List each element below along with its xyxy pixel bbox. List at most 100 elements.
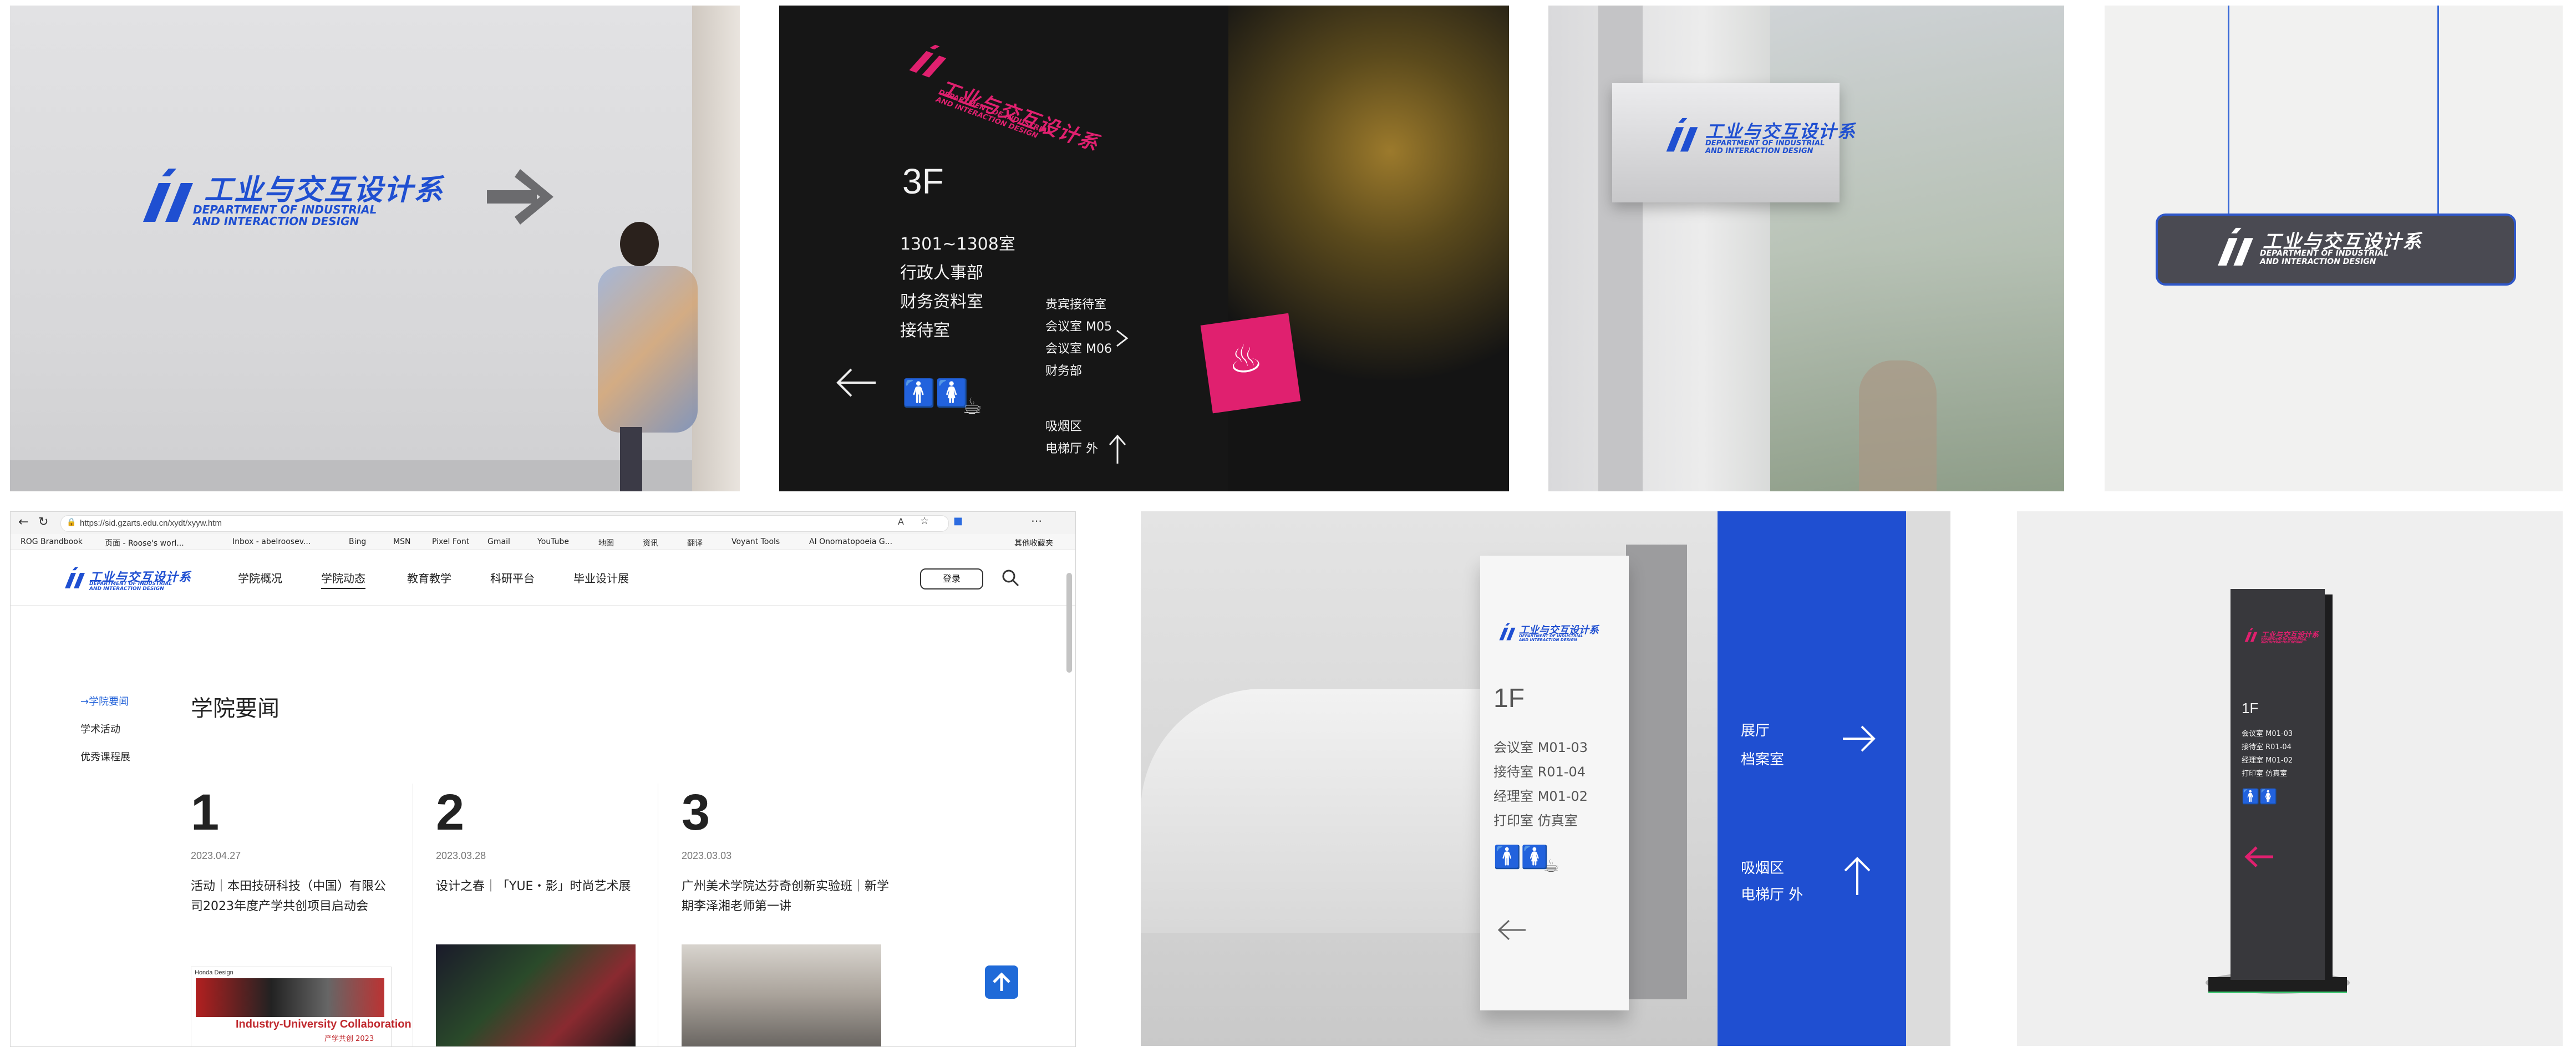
nav-item-overview[interactable]: 学院概况 bbox=[238, 570, 282, 586]
bookmark-item[interactable]: Inbox - abelroosev... bbox=[232, 537, 311, 546]
news-number: 1 bbox=[191, 784, 220, 841]
restroom-icon: 🚹🚺 bbox=[1493, 845, 1549, 870]
department-logo-mark bbox=[1666, 118, 1698, 152]
blue-board-top-list: 展厅 档案室 bbox=[1741, 716, 1784, 774]
restroom-icon: 🚹🚺 bbox=[2242, 789, 2278, 805]
floor-label: 1F bbox=[1493, 684, 1525, 713]
bookmark-item[interactable]: ROG Brandbook bbox=[21, 537, 83, 546]
room-item: 展厅 bbox=[1741, 723, 1770, 739]
logo-english-name: DEPARTMENT OF INDUSTRIAL AND INTERACTION… bbox=[1519, 634, 1583, 643]
column bbox=[1598, 6, 1643, 491]
department-logo-mark bbox=[2218, 227, 2253, 266]
bookmark-item[interactable]: Pixel Font bbox=[432, 537, 469, 546]
department-logo-mark[interactable] bbox=[60, 566, 89, 591]
room-item: 打印室 仿真室 bbox=[1493, 813, 1578, 829]
news-card[interactable]: 2 2023.03.28 设计之春｜「YUE・影」时尚艺术展 bbox=[436, 784, 647, 1046]
nav-item-education[interactable]: 教育教学 bbox=[407, 570, 451, 586]
cafe-icon: ☕ bbox=[1543, 855, 1559, 876]
room-item: 档案室 bbox=[1741, 751, 1785, 768]
lock-icon: 🔒 bbox=[67, 518, 77, 527]
news-number: 2 bbox=[436, 784, 465, 841]
totem-sign-panel: 工业与交互设计系 DEPARTMENT OF INDUSTRIAL AND IN… bbox=[1141, 511, 1950, 1046]
bookmark-item[interactable]: YouTube bbox=[537, 537, 569, 546]
smoking-area-sign: ♨ bbox=[1200, 313, 1301, 414]
browser-window: ← ↻ 🔒 https://sid.gzarts.edu.cn/xydt/xyy… bbox=[10, 511, 1076, 1047]
news-date: 2023.03.03 bbox=[682, 850, 732, 861]
sidebar-item-academic[interactable]: 学术活动 bbox=[80, 721, 120, 736]
arrow-up-icon bbox=[1109, 434, 1126, 464]
logo-english-name: DEPARTMENT OF INDUSTRIAL AND INTERACTION… bbox=[1705, 140, 1825, 155]
tree-foliage bbox=[1212, 6, 1509, 491]
room-item: 接待室 R01-04 bbox=[1493, 764, 1586, 780]
ceiling-counter bbox=[1141, 689, 1529, 933]
blue-board bbox=[1718, 511, 1906, 1046]
news-thumbnail[interactable] bbox=[436, 944, 636, 1046]
favorite-icon[interactable]: ☆ bbox=[920, 515, 929, 527]
room-item: 会议室 M06 bbox=[1045, 342, 1112, 356]
arrow-right-icon bbox=[1116, 329, 1129, 347]
bookmark-item[interactable]: 地图 bbox=[598, 537, 614, 548]
bookmark-item[interactable]: 翻译 bbox=[687, 537, 703, 548]
extension-icon[interactable]: ■ bbox=[953, 515, 963, 527]
bookmark-item[interactable]: AI Onomatopoeia G... bbox=[809, 537, 892, 546]
news-title[interactable]: 广州美术学院达芬奇创新实验班｜新学期李泽湘老师第一讲 bbox=[682, 877, 898, 917]
news-date: 2023.04.27 bbox=[191, 850, 241, 861]
restroom-icon: 🚹🚺 bbox=[902, 378, 969, 409]
news-number: 3 bbox=[682, 784, 710, 841]
suspension-wire-left bbox=[2228, 6, 2229, 216]
back-icon[interactable]: ← bbox=[18, 515, 28, 529]
wall-logo-panel: 工业与交互设计系 DEPARTMENT OF INDUSTRIAL AND IN… bbox=[10, 6, 740, 491]
room-item: 吸烟区 bbox=[1045, 420, 1083, 434]
logo-english-line1: DEPARTMENT OF INDUSTRIAL bbox=[1705, 139, 1825, 148]
login-button[interactable]: 登录 bbox=[920, 568, 983, 589]
back-to-top-button[interactable] bbox=[985, 965, 1018, 999]
news-card[interactable]: 3 2023.03.03 广州美术学院达芬奇创新实验班｜新学期李泽湘老师第一讲 bbox=[682, 784, 903, 1046]
bookmark-item[interactable]: Bing bbox=[349, 537, 366, 546]
arrow-left-icon bbox=[836, 368, 876, 397]
bookmark-item[interactable]: MSN bbox=[393, 537, 410, 546]
room-list: 1301~1308室 行政人事部 财务资料室 接待室 bbox=[900, 230, 1015, 345]
dark-sign-panel: 工业与交互设计系 DEPARTMENT OF INDUSTRIAL AND IN… bbox=[779, 6, 1509, 491]
totem-side bbox=[2325, 594, 2333, 980]
bookmark-item[interactable]: Gmail bbox=[487, 537, 510, 546]
nav-item-research[interactable]: 科研平台 bbox=[490, 570, 535, 586]
smoking-icon: ♨ bbox=[1225, 334, 1266, 384]
sidebar-item-courses[interactable]: 优秀课程展 bbox=[80, 749, 130, 764]
bookmark-item[interactable]: 页面 - Roose's worl... bbox=[105, 537, 184, 548]
bookmark-item[interactable]: 资讯 bbox=[643, 537, 658, 548]
room-item: 贵宾接待室 bbox=[1045, 298, 1107, 312]
room-item: 会议室 M05 bbox=[1045, 320, 1112, 334]
news-thumbnail[interactable] bbox=[682, 944, 881, 1046]
room-item: 吸烟区 bbox=[1741, 860, 1785, 877]
news-title[interactable]: 设计之春｜「YUE・影」时尚艺术展 bbox=[436, 877, 641, 897]
arrow-up-icon bbox=[1844, 857, 1871, 895]
news-title[interactable]: 活动｜本田技研科技（中国）有限公司2023年度产学共创项目启动会 bbox=[191, 877, 396, 917]
news-card[interactable]: 1 2023.04.27 活动｜本田技研科技（中国）有限公司2023年度产学共创… bbox=[191, 784, 411, 1046]
settings-icon[interactable]: ⋯ bbox=[1031, 514, 1042, 527]
news-thumbnail[interactable]: Honda Design Industry-University Collabo… bbox=[191, 967, 411, 1046]
room-item: 财务部 bbox=[1045, 364, 1083, 378]
nav-item-graduation[interactable]: 毕业设计展 bbox=[573, 570, 629, 586]
right-room-list: 贵宾接待室 会议室 M05 会议室 M06 财务部 bbox=[1045, 294, 1112, 383]
search-icon[interactable] bbox=[1001, 568, 1020, 587]
nav-item-news[interactable]: 学院动态 bbox=[321, 570, 365, 589]
read-aloud-icon[interactable]: A bbox=[898, 516, 904, 527]
address-bar[interactable]: 🔒 https://sid.gzarts.edu.cn/xydt/xyyw.ht… bbox=[60, 515, 949, 532]
bookmark-item[interactable]: Voyant Tools bbox=[731, 537, 780, 546]
bookmark-item[interactable]: 其他收藏夹 bbox=[1014, 537, 1053, 548]
news-date: 2023.03.28 bbox=[436, 850, 486, 861]
room-item: 电梯厅 外 bbox=[1741, 887, 1803, 903]
sidebar-item-news[interactable]: →学院要闻 bbox=[80, 694, 129, 708]
logo-english-line1: DEPARTMENT OF INDUSTRIAL bbox=[193, 203, 377, 216]
logo-english-line1: DEPARTMENT OF INDUSTRIAL bbox=[2260, 249, 2389, 258]
department-logo-mark bbox=[1499, 623, 1516, 641]
scrollbar[interactable] bbox=[1066, 573, 1072, 673]
logo-english-name: DEPARTMENT OF INDUSTRIAL AND INTERACTION… bbox=[2261, 638, 2307, 645]
wall-edge bbox=[1906, 511, 1950, 1046]
arrow-right-icon bbox=[1843, 725, 1876, 752]
logo-english-name: DEPARTMENT OF INDUSTRIAL AND INTERACTION… bbox=[193, 204, 377, 227]
logo-english-name: DEPARTMENT OF INDUSTRIAL AND INTERACTION… bbox=[2260, 250, 2389, 266]
cafe-icon: ☕ bbox=[962, 394, 982, 419]
room-item: 行政人事部 bbox=[900, 263, 983, 283]
refresh-icon[interactable]: ↻ bbox=[38, 515, 48, 529]
